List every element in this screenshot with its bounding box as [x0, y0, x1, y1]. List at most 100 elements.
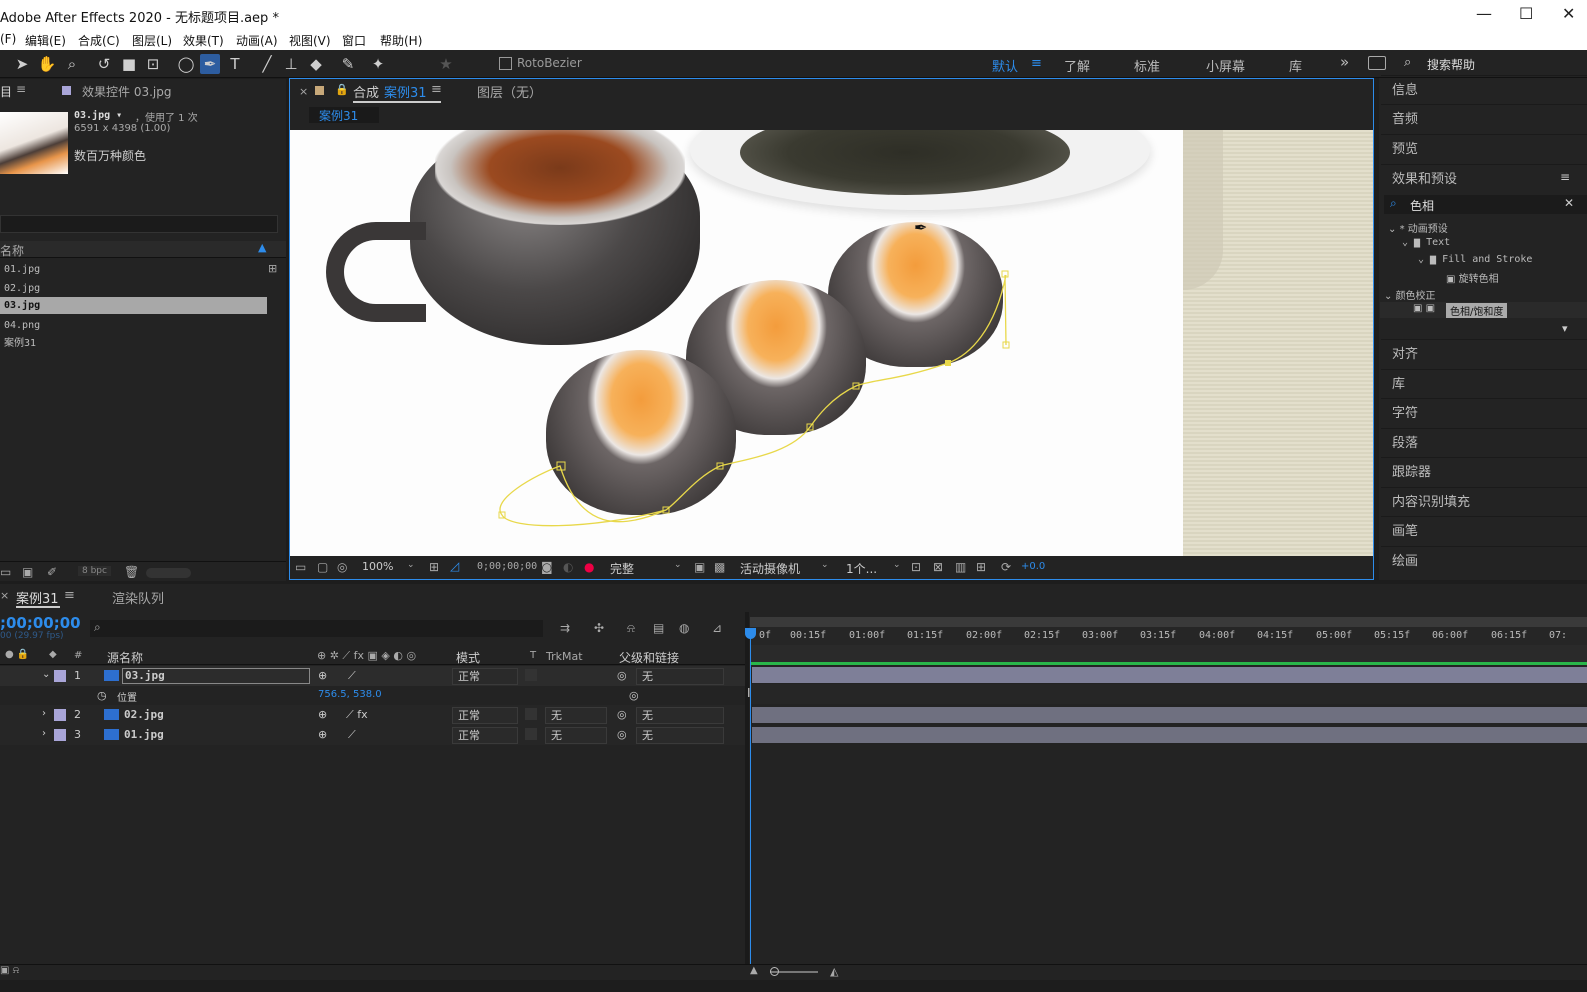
close-tab-icon[interactable]: ×	[299, 85, 308, 98]
panel-effects-presets[interactable]: 效果和预设	[1381, 164, 1587, 193]
panel-options-icon[interactable]: ▾	[1562, 322, 1568, 335]
eraser-tool-icon[interactable]: ◆	[306, 54, 326, 74]
workspace-standard[interactable]: 标准	[1134, 56, 1160, 75]
project-item[interactable]: 01.jpg	[0, 261, 270, 278]
pan-behind-tool-icon[interactable]: ⊡	[143, 54, 163, 74]
timeline-current-time[interactable]: ;00;00;00	[0, 614, 81, 632]
show-snapshot-icon[interactable]: ◐	[563, 560, 573, 574]
work-area-bar[interactable]	[750, 617, 1587, 627]
maximize-button[interactable]: ☐	[1519, 4, 1533, 23]
layer-duration-bar[interactable]	[752, 727, 1587, 743]
folder-icon[interactable]: ▭	[0, 565, 11, 579]
ellipse-tool-icon[interactable]: ◯	[176, 54, 196, 74]
flowchart-icon[interactable]: ⊞	[976, 560, 986, 574]
frame-blending-icon[interactable]: ▤	[653, 621, 664, 635]
layer-switches-icon[interactable]: ▣ ⍾	[0, 965, 19, 976]
panel-menu-icon[interactable]: ≡	[431, 82, 442, 97]
help-search-input[interactable]: 搜索帮助	[1427, 56, 1475, 73]
column-trkmat[interactable]: TrkMat	[546, 650, 583, 663]
workspace-small-screen[interactable]: 小屏幕	[1206, 56, 1245, 75]
comp-viewer[interactable]: ✒	[290, 130, 1373, 556]
playhead[interactable]	[750, 632, 751, 964]
zoom-tool-icon[interactable]: ⌕	[62, 54, 82, 74]
panel-audio[interactable]: 音频	[1381, 104, 1587, 133]
clone-stamp-tool-icon[interactable]: ⊥	[281, 54, 301, 74]
blend-mode-dropdown[interactable]: 正常	[452, 668, 518, 685]
tab-timeline[interactable]: 案例31	[16, 588, 59, 607]
tab-render-queue[interactable]: 渲染队列	[112, 588, 164, 607]
toggle-pixel-aspect-icon[interactable]: ⊡	[911, 560, 921, 574]
parent-dropdown[interactable]: 无	[636, 707, 724, 724]
pen-tool-icon[interactable]: ✒	[200, 54, 220, 74]
roto-brush-tool-icon[interactable]: ✎	[338, 54, 358, 74]
menu-view[interactable]: 视图(V)	[289, 32, 331, 49]
trkmat-dropdown[interactable]: 无	[545, 727, 607, 744]
mask-path[interactable]	[290, 130, 1373, 556]
menu-layer[interactable]: 图层(L)	[132, 32, 172, 49]
project-search-input[interactable]	[0, 215, 278, 233]
zoom-in-icon[interactable]: ◭	[830, 965, 838, 978]
project-item[interactable]: 02.jpg	[0, 280, 270, 297]
shy-switch-icon[interactable]: ⊕	[318, 728, 327, 741]
panel-brushes[interactable]: 画笔	[1381, 516, 1587, 545]
layer-name[interactable]: 01.jpg	[124, 728, 164, 741]
timeline-icon[interactable]: ▥	[955, 560, 966, 574]
parent-dropdown[interactable]: 无	[636, 727, 724, 744]
preserve-transparency-checkbox[interactable]	[525, 708, 537, 720]
tab-comp-prefix[interactable]: 合成	[353, 82, 379, 101]
views-dropdown[interactable]: 1个...	[846, 560, 877, 577]
layer-row[interactable]: ⌄ 1 03.jpg ⊕ ⟋ 正常 ◎ 无	[0, 666, 745, 686]
snapshot-icon[interactable]: ◙	[541, 560, 553, 574]
hand-tool-icon[interactable]: ✋	[37, 54, 57, 74]
workspace-toggle-icon[interactable]	[1368, 56, 1386, 70]
tree-animation-presets[interactable]: ⌄ * 动画预设	[1388, 220, 1448, 235]
blend-mode-dropdown[interactable]: 正常	[452, 727, 518, 744]
panel-menu-icon[interactable]: ≡	[1560, 170, 1570, 184]
region-of-interest-icon[interactable]: ▣	[694, 560, 705, 574]
mask-visibility-icon[interactable]: ◎	[337, 560, 347, 574]
workspace-menu-icon[interactable]: ≡	[1031, 56, 1042, 71]
interpret-footage-icon[interactable]: ✐	[47, 565, 57, 579]
grid-icon[interactable]: ⊞	[429, 560, 439, 574]
layer-row[interactable]: › 3 01.jpg ⊕ ⟋ 正常 无 ◎ 无	[0, 725, 745, 745]
tree-color-correction[interactable]: ⌄ 颜色校正	[1384, 287, 1436, 302]
panel-menu-icon[interactable]: ≡	[16, 82, 26, 96]
resolution-dropdown[interactable]: 完整	[610, 560, 634, 577]
panel-character[interactable]: 字符	[1381, 398, 1587, 427]
timeline-search-input[interactable]: ⌕	[90, 620, 543, 637]
zoom-dropdown[interactable]: 100%	[362, 560, 393, 573]
draft-3d-icon[interactable]: ✣	[594, 621, 604, 635]
column-name-header[interactable]: 名称	[0, 242, 24, 259]
tab-layer[interactable]: 图层（无）	[477, 82, 542, 101]
always-preview-icon[interactable]: ▭	[295, 560, 306, 574]
panel-paragraph[interactable]: 段落	[1381, 428, 1587, 457]
quality-switch-icon[interactable]: ⟋	[348, 669, 356, 683]
asset-name[interactable]: 03.jpg ▾	[74, 110, 122, 121]
panel-tracker[interactable]: 跟踪器	[1381, 457, 1587, 486]
bit-depth-button[interactable]: 8 bpc	[78, 566, 111, 576]
brush-tool-icon[interactable]: ╱	[257, 54, 277, 74]
new-comp-icon[interactable]: ▣	[22, 565, 33, 579]
minimize-button[interactable]: —	[1476, 4, 1492, 23]
project-item[interactable]: 04.png	[0, 317, 270, 334]
menu-effect[interactable]: 效果(T)	[183, 32, 224, 49]
current-time-display[interactable]: 0;00;00;00	[477, 561, 537, 572]
preserve-transparency-checkbox[interactable]	[525, 728, 537, 740]
workspace-more-button[interactable]: »	[1340, 53, 1349, 71]
expand-chevron-icon[interactable]: ›	[42, 708, 46, 719]
puppet-tool-icon[interactable]: ✦	[368, 54, 388, 74]
tree-rotate-hue-preset[interactable]: ▣ 旋转色相	[1446, 270, 1499, 285]
camera-dropdown[interactable]: 活动摄像机	[740, 560, 800, 577]
layer-label-color[interactable]	[54, 709, 66, 721]
sort-ascending-icon[interactable]: ▲	[258, 241, 266, 254]
menu-edit[interactable]: 编辑(E)	[25, 32, 66, 49]
hierarchy-icon[interactable]: ⊞	[268, 262, 277, 275]
expand-chevron-icon[interactable]: ›	[42, 728, 46, 739]
motion-blur-icon[interactable]: ◍	[679, 621, 689, 635]
position-value[interactable]: 756.5, 538.0	[318, 689, 382, 700]
layer-label-color[interactable]	[54, 729, 66, 741]
playhead-handle[interactable]	[745, 628, 756, 639]
channel-icon[interactable]: ●	[584, 560, 594, 574]
menu-animation[interactable]: 动画(A)	[236, 32, 278, 49]
panel-paint[interactable]: 绘画	[1381, 546, 1587, 575]
